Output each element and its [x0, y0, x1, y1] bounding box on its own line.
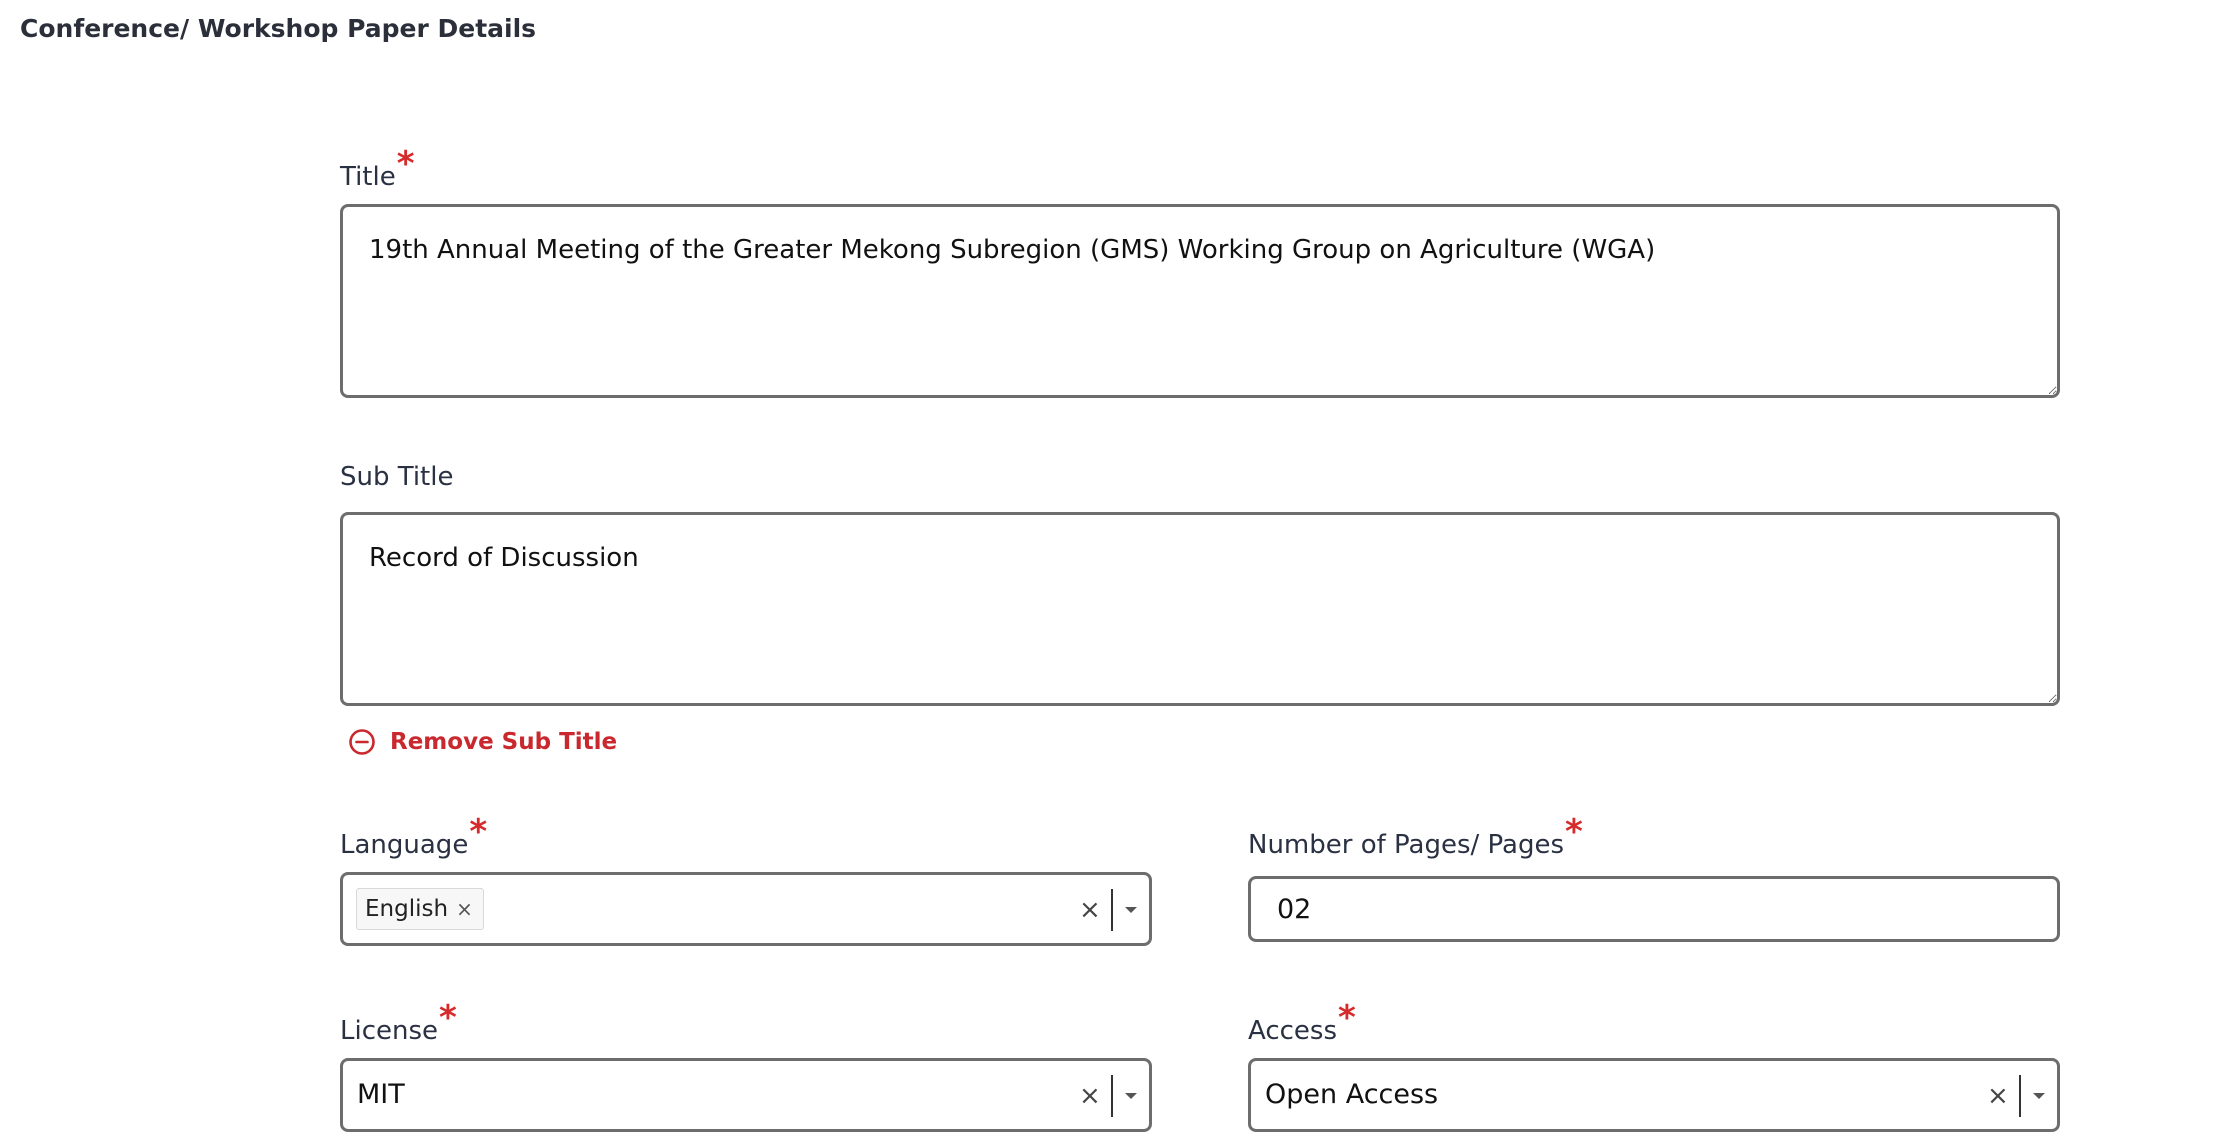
- access-select[interactable]: Open Access ×: [1248, 1058, 2060, 1132]
- license-dropdown-icon[interactable]: [1125, 1093, 1137, 1099]
- access-clear-icon[interactable]: ×: [1987, 1061, 2009, 1129]
- remove-sub-title-link[interactable]: Remove Sub Title: [348, 728, 617, 756]
- title-label-text: Title: [340, 162, 396, 192]
- required-asterisk: *: [469, 812, 488, 852]
- pages-label: Number of Pages/ Pages*: [1248, 812, 1583, 862]
- license-select[interactable]: MIT ×: [340, 1058, 1152, 1132]
- title-textarea[interactable]: 19th Annual Meeting of the Greater Mekon…: [340, 204, 2060, 398]
- required-asterisk: *: [1565, 812, 1583, 852]
- required-asterisk: *: [396, 144, 415, 184]
- language-label-text: Language: [340, 830, 469, 860]
- access-divider: [2019, 1075, 2021, 1117]
- language-tag-label: English: [365, 896, 449, 922]
- license-divider: [1111, 1075, 1113, 1117]
- sub-title-label: Sub Title: [340, 462, 453, 492]
- language-divider: [1111, 889, 1113, 931]
- sub-title-textarea[interactable]: Record of Discussion: [340, 512, 2060, 706]
- license-label: License*: [340, 998, 457, 1048]
- required-asterisk: *: [439, 998, 457, 1038]
- license-label-text: License: [340, 1016, 439, 1046]
- license-value: MIT: [357, 1079, 405, 1110]
- minus-circle-icon: [349, 729, 375, 755]
- access-label: Access*: [1248, 998, 1356, 1048]
- language-select[interactable]: English × ×: [340, 872, 1152, 946]
- remove-sub-title-label: Remove Sub Title: [390, 729, 618, 755]
- language-dropdown-icon[interactable]: [1125, 907, 1137, 913]
- access-value: Open Access: [1265, 1079, 1439, 1110]
- sub-title-label-text: Sub Title: [340, 462, 454, 492]
- language-label: Language*: [340, 812, 487, 862]
- language-clear-icon[interactable]: ×: [1079, 875, 1101, 943]
- language-tag: English ×: [356, 888, 484, 930]
- pages-label-text: Number of Pages/ Pages: [1248, 830, 1565, 860]
- access-dropdown-icon[interactable]: [2033, 1093, 2045, 1099]
- language-tag-remove-icon[interactable]: ×: [456, 897, 473, 921]
- pages-input[interactable]: [1248, 876, 2060, 942]
- required-asterisk: *: [1338, 998, 1356, 1038]
- license-clear-icon[interactable]: ×: [1079, 1061, 1101, 1129]
- section-title: Conference/ Workshop Paper Details: [20, 14, 537, 43]
- title-label: Title*: [340, 144, 415, 194]
- access-label-text: Access: [1248, 1016, 1338, 1046]
